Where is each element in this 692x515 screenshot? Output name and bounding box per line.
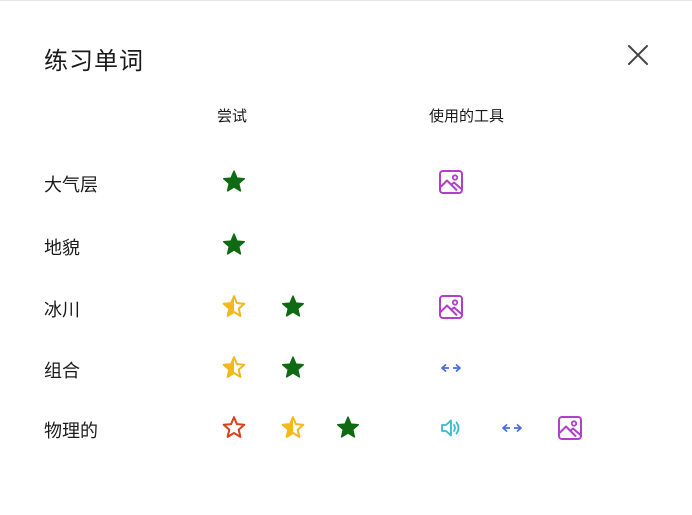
picture-icon <box>437 293 465 321</box>
word-row: 物理的 <box>0 409 692 449</box>
translate-arrows-icon <box>437 354 465 382</box>
word-label: 组合 <box>44 361 80 382</box>
word-row: 地貌 <box>0 226 692 266</box>
picture-icon <box>437 168 465 196</box>
close-icon[interactable] <box>624 41 652 69</box>
dialog-title: 练习单词 <box>44 47 144 75</box>
word-row: 大气层 <box>0 163 692 203</box>
tools-column-header: 使用的工具 <box>429 107 505 125</box>
picture-icon <box>556 414 584 442</box>
practice-words-dialog: 练习单词 尝试 使用的工具 大气层地貌冰川组合物理的 <box>0 0 692 515</box>
star-partial-icon <box>220 354 248 382</box>
translate-arrows-icon <box>498 414 526 442</box>
star-correct-icon <box>279 354 307 382</box>
star-correct-icon <box>220 231 248 259</box>
star-wrong-icon <box>220 414 248 442</box>
word-label: 地貌 <box>44 238 80 259</box>
word-row: 组合 <box>0 349 692 389</box>
star-correct-icon <box>334 414 362 442</box>
attempts-column-header: 尝试 <box>217 107 248 125</box>
star-partial-icon <box>220 293 248 321</box>
word-label: 大气层 <box>44 175 98 196</box>
audio-icon <box>437 414 465 442</box>
word-label: 冰川 <box>44 300 80 321</box>
star-correct-icon <box>220 168 248 196</box>
star-correct-icon <box>279 293 307 321</box>
word-row: 冰川 <box>0 288 692 328</box>
star-partial-icon <box>279 414 307 442</box>
word-label: 物理的 <box>44 421 98 442</box>
